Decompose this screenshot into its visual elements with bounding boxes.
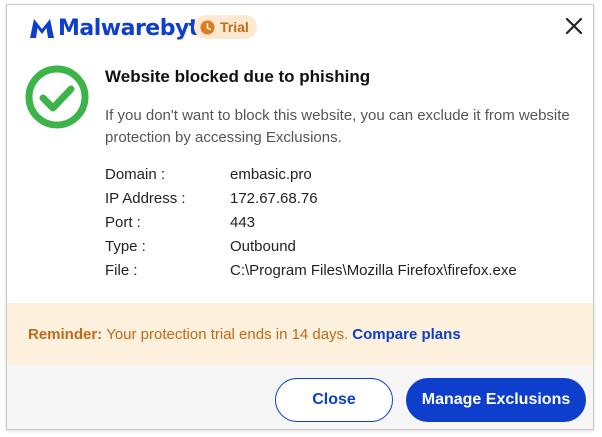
clock-icon — [200, 19, 215, 35]
detail-label: Type : — [105, 237, 146, 255]
trial-label: Trial — [220, 19, 249, 35]
reminder-text: Your protection trial ends in 14 days. — [106, 325, 349, 343]
details-list: Domain : embasic.pro IP Address : 172.67… — [105, 162, 517, 282]
detail-row-ip: IP Address : 172.67.68.76 — [105, 186, 517, 210]
blocked-website-dialog: Malwarebytes Trial Website blocked due t… — [6, 4, 594, 430]
alert-title: Website blocked due to phishing — [105, 67, 371, 86]
trial-badge[interactable]: Trial — [194, 15, 257, 39]
dialog-footer: Close Manage Exclusions — [7, 365, 593, 429]
malwarebytes-logo-icon — [30, 19, 54, 38]
detail-label: IP Address : — [105, 189, 186, 207]
detail-value: embasic.pro — [230, 165, 312, 183]
close-button[interactable]: Close — [275, 378, 393, 422]
detail-row-type: Type : Outbound — [105, 234, 517, 258]
detail-value: 443 — [230, 213, 256, 231]
detail-row-domain: Domain : embasic.pro — [105, 162, 517, 186]
detail-label: Port : — [105, 213, 141, 231]
reminder-label: Reminder: — [28, 325, 103, 343]
alert-description: If you don't want to block this website,… — [105, 107, 570, 146]
check-circle-icon — [25, 65, 89, 129]
detail-value: C:\Program Files\Mozilla Firefox\firefox… — [230, 261, 517, 279]
detail-row-file: File : C:\Program Files\Mozilla Firefox\… — [105, 258, 517, 282]
close-icon[interactable] — [562, 14, 586, 38]
detail-label: File : — [105, 261, 138, 279]
detail-row-port: Port : 443 — [105, 210, 517, 234]
detail-value: Outbound — [230, 237, 296, 255]
compare-plans-link[interactable]: Compare plans — [352, 326, 460, 343]
trial-reminder-banner: Reminder: Your protection trial ends in … — [7, 303, 593, 365]
manage-exclusions-button[interactable]: Manage Exclusions — [406, 378, 586, 422]
detail-value: 172.67.68.76 — [230, 189, 318, 207]
detail-label: Domain : — [105, 165, 166, 183]
